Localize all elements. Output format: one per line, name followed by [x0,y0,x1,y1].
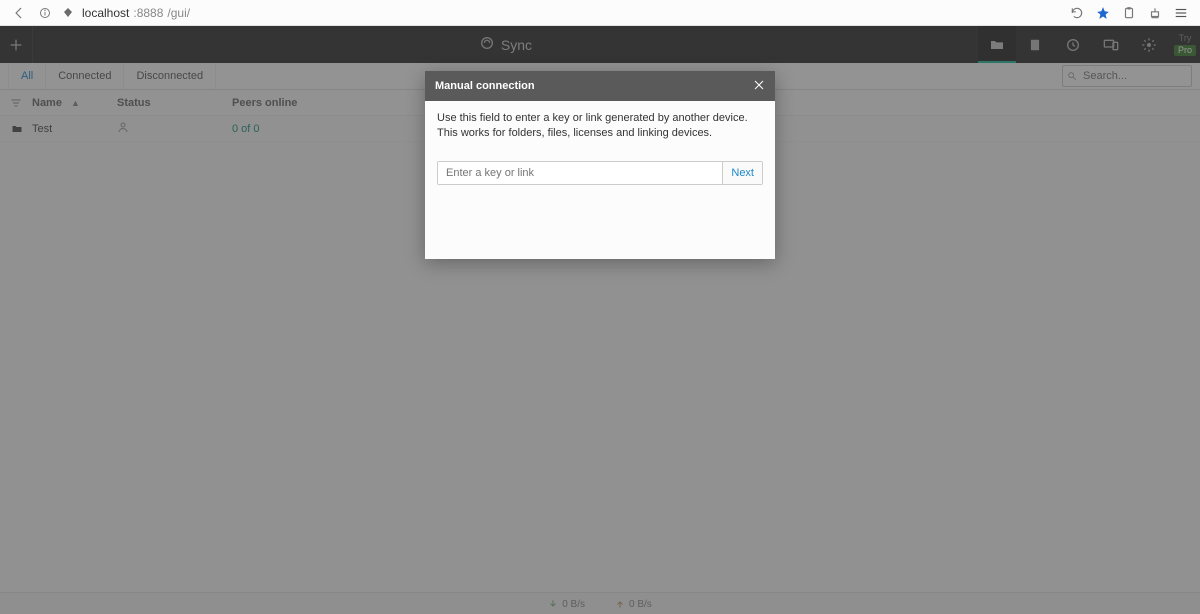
bookmark-icon[interactable] [1094,4,1112,22]
url-path: /gui/ [167,6,190,20]
url-port: :8888 [133,6,163,20]
security-badge-icon[interactable] [1146,4,1164,22]
clipboard-icon[interactable] [1120,4,1138,22]
back-button[interactable] [10,4,28,22]
url-bar[interactable]: localhost :8888/gui/ [82,6,190,20]
next-button[interactable]: Next [722,162,762,184]
info-icon[interactable] [36,4,54,22]
menu-button[interactable] [1172,4,1190,22]
reload-button[interactable] [1068,4,1086,22]
close-button[interactable] [753,79,765,94]
close-icon [753,79,765,91]
security-icon[interactable] [62,4,74,22]
url-host: localhost [82,6,129,20]
manual-connection-modal: Manual connection Use this field to ente… [425,71,775,259]
modal-title: Manual connection [435,80,535,92]
key-input[interactable] [438,162,722,184]
modal-description: Use this field to enter a key or link ge… [425,101,775,151]
